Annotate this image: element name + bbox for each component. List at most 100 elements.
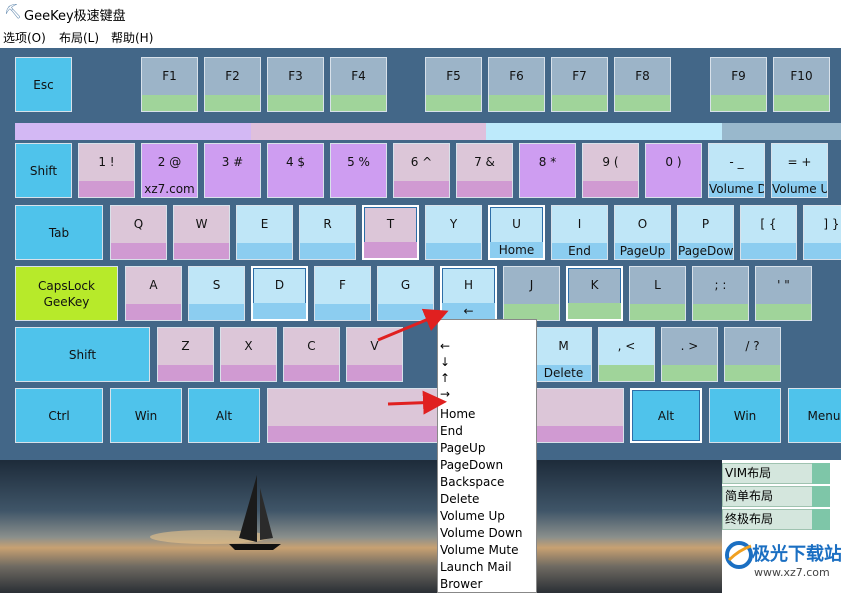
key-label: F5 [426,58,481,94]
dropdown-item[interactable]: Backspace [440,474,504,491]
key-d7[interactable]: 7 & [456,143,513,198]
dropdown-item[interactable]: → [440,386,450,403]
key-f6[interactable]: F6 [488,57,545,112]
key-d9[interactable]: 9 ( [582,143,639,198]
menu-options[interactable]: 选项(O) [3,29,46,46]
key-f5[interactable]: F5 [425,57,482,112]
key-d0[interactable]: 0 ) [645,143,702,198]
key-f10[interactable]: F10 [773,57,830,112]
key-v[interactable]: V [346,327,403,382]
key-d[interactable]: D [251,266,308,321]
key-label-line: Q [133,217,144,231]
key-i[interactable]: I End [551,205,608,260]
key-w[interactable]: W [173,205,230,260]
key-label: D [253,268,306,302]
key-p[interactable]: P PageDown [677,205,734,260]
key-q[interactable]: Q [110,205,167,260]
dropdown-item[interactable]: ↓ [440,354,450,371]
key-o[interactable]: O PageUp [614,205,671,260]
key-x[interactable]: X [220,327,277,382]
key-f2[interactable]: F2 [204,57,261,112]
key-lbracket[interactable]: [ { [740,205,797,260]
key-f8[interactable]: F8 [614,57,671,112]
key-label: Ctrl [16,389,102,442]
key-shift-left-1[interactable]: Shift [15,143,72,198]
key-f1[interactable]: F1 [141,57,198,112]
key-slash[interactable]: / ? [724,327,781,382]
key-shift-left-2[interactable]: Shift [15,327,150,382]
key-z[interactable]: Z [157,327,214,382]
key-capslock[interactable]: CapsLock GeeKey [15,266,118,321]
key-label-line: Alt [657,408,675,423]
key-d3[interactable]: 3 # [204,143,261,198]
dropdown-item[interactable]: Home [440,406,475,423]
key-alt-right[interactable]: Alt [630,388,702,443]
key-win-left[interactable]: Win [110,388,182,443]
key-d5[interactable]: 5 % [330,143,387,198]
dropdown-item[interactable]: Volume Down [440,525,522,542]
dropdown-item[interactable]: Launch Mail [440,559,512,576]
key-y[interactable]: Y [425,205,482,260]
dropdown-item[interactable]: ↑ [440,370,450,387]
key-l[interactable]: L [629,266,686,321]
key-u[interactable]: U Home [488,205,545,260]
key-j[interactable]: J [503,266,560,321]
key-c[interactable]: C [283,327,340,382]
key-win-right[interactable]: Win [709,388,781,443]
key-label: Shift [16,144,71,197]
menu-help[interactable]: 帮助(H) [111,29,153,46]
key-d6[interactable]: 6 ^ [393,143,450,198]
key-f3[interactable]: F3 [267,57,324,112]
key-mapping-label: Home [490,242,543,258]
key-a[interactable]: A [125,266,182,321]
key-quote[interactable]: ' " [755,266,812,321]
key-label-line: Win [134,408,158,423]
key-equal[interactable]: = + Volume Up [771,143,828,198]
key-menu[interactable]: Menu [788,388,841,443]
key-ctrl[interactable]: Ctrl [15,388,103,443]
key-t[interactable]: T [362,205,419,260]
key-minus[interactable]: - _ Volume Down [708,143,765,198]
dropdown-item[interactable]: ← [440,338,450,355]
dropdown-item[interactable]: Volume Up [440,508,505,525]
key-f[interactable]: F [314,266,371,321]
key-label-line: P [701,217,710,231]
key-d8[interactable]: 8 * [519,143,576,198]
key-rbracket[interactable]: ] } [803,205,841,260]
dropdown-item[interactable]: End [440,423,463,440]
key-label-line: F5 [446,69,461,83]
key-label-line: G [400,278,411,292]
key-f7[interactable]: F7 [551,57,608,112]
key-esc[interactable]: Esc [15,57,72,112]
key-d1[interactable]: 1 ! [78,143,135,198]
dropdown-item[interactable]: PageDown [440,457,503,474]
key-r[interactable]: R [299,205,356,260]
key-mapping-label [394,181,449,197]
dropdown-item[interactable]: Brower [440,576,482,593]
key-period[interactable]: . > [661,327,718,382]
key-d4[interactable]: 4 $ [267,143,324,198]
dropdown-item[interactable]: PageUp [440,440,485,457]
key-mapping-label [126,304,181,320]
key-mapping-label [756,304,811,320]
key-comma[interactable]: , < [598,327,655,382]
key-s[interactable]: S [188,266,245,321]
key-f9[interactable]: F9 [710,57,767,112]
key-tab[interactable]: Tab [15,205,103,260]
key-g[interactable]: G [377,266,434,321]
key-label: X [221,328,276,364]
key-d2[interactable]: 2 @ xz7.com [141,143,198,198]
key-mapping-label [646,181,701,197]
dropdown-item[interactable]: Volume Mute [440,542,519,559]
key-f4[interactable]: F4 [330,57,387,112]
key-e[interactable]: E [236,205,293,260]
menu-layout[interactable]: 布局(L) [59,29,99,46]
key-h[interactable]: H ← [440,266,497,321]
key-alt-left[interactable]: Alt [188,388,260,443]
key-m[interactable]: M Delete [535,327,592,382]
key-semicolon[interactable]: ; : [692,266,749,321]
key-k[interactable]: K [566,266,623,321]
key-mapping-label: PageDown [678,243,734,259]
dropdown-item[interactable]: Delete [440,491,479,508]
layout-label: 终极布局 [725,512,774,526]
